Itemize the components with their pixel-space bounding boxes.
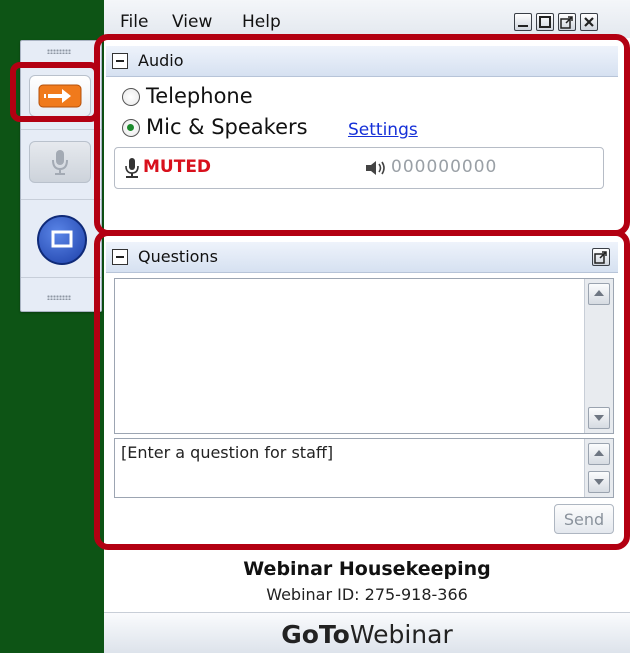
question-input-scrollbar[interactable] [584,439,613,497]
popout-button[interactable] [558,13,576,31]
close-button[interactable] [580,13,598,31]
toolbar-grip-top[interactable] [47,49,71,54]
menu-file[interactable]: File [120,12,148,32]
settings-link[interactable]: Settings [348,120,418,140]
mic-speakers-radio[interactable] [122,119,140,137]
minimize-button[interactable] [514,13,532,31]
close-icon [584,17,594,27]
screen-icon [51,230,73,248]
menu-help[interactable]: Help [242,12,281,32]
screen-share-button[interactable] [37,215,87,265]
question-input-placeholder: [Enter a question for staff] [121,443,334,462]
menu-view[interactable]: View [172,12,212,32]
microphone-icon [52,150,68,175]
questions-panel: Questions [Enter a question for staff] S… [94,230,630,550]
audio-panel: Audio Telephone Mic & Speakers Settings … [94,34,630,236]
speaker-icon [366,161,385,175]
gotowebinar-window: File View Help Audio Telephone Mic & Spe… [94,0,630,653]
restore-button[interactable] [536,13,554,31]
question-input[interactable]: [Enter a question for staff] [114,438,614,498]
webinar-title: Webinar Housekeeping [243,558,491,580]
arrow-button-highlight [10,62,100,122]
questions-panel-title: Questions [138,247,218,266]
toolbar-grip-bottom[interactable] [47,295,71,300]
popout-icon [560,16,573,29]
telephone-radio[interactable] [122,88,140,106]
microphone-status-icon [125,158,139,178]
audio-collapse-button[interactable] [112,53,128,69]
microphone-button[interactable] [29,141,91,183]
send-button[interactable]: Send [554,504,614,534]
muted-status: MUTED [143,157,212,177]
brand-bar: GoToWebinar [104,612,630,653]
minimize-icon [518,25,528,27]
input-scroll-up-button[interactable] [588,443,610,465]
audio-status-box: MUTED 000000000 [114,147,604,189]
questions-log-scrollbar[interactable] [584,279,613,433]
audio-level-meter: 000000000 [391,157,498,177]
menu-bar: File View Help [104,0,630,38]
input-scroll-down-button[interactable] [588,471,610,493]
scroll-up-button[interactable] [588,283,610,305]
telephone-label[interactable]: Telephone [146,84,253,108]
questions-collapse-button[interactable] [112,249,128,265]
questions-log[interactable] [114,278,614,434]
gotowebinar-logo: GoToWebinar [281,620,453,649]
webinar-id: Webinar ID: 275-918-366 [266,585,468,604]
audio-panel-title: Audio [138,51,184,70]
popout-icon [594,251,607,264]
restore-icon [539,16,551,28]
mic-speakers-label[interactable]: Mic & Speakers [146,115,308,139]
questions-panel-header: Questions [106,242,618,273]
audio-panel-header: Audio [106,46,618,77]
scroll-down-button[interactable] [588,407,610,429]
questions-popout-button[interactable] [592,248,610,266]
